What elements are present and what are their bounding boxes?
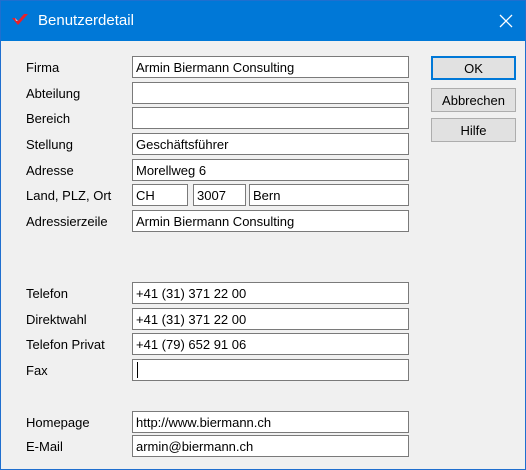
firma-field[interactable]: [132, 56, 409, 78]
fax-label: Fax: [26, 363, 48, 378]
email-field[interactable]: [132, 435, 409, 457]
close-icon: [499, 14, 513, 28]
telefon-privat-field[interactable]: [132, 333, 409, 355]
plz-field[interactable]: [193, 184, 246, 206]
telefon-privat-label: Telefon Privat: [26, 337, 105, 352]
adressierzeile-field[interactable]: [132, 210, 409, 232]
help-button[interactable]: Hilfe: [431, 118, 516, 142]
fax-field[interactable]: [132, 359, 409, 381]
close-button[interactable]: [487, 1, 525, 41]
cancel-button[interactable]: Abbrechen: [431, 88, 516, 112]
adressierzeile-label: Adressierzeile: [26, 214, 108, 229]
bereich-field[interactable]: [132, 107, 409, 129]
adresse-label: Adresse: [26, 163, 74, 178]
text-cursor: [137, 362, 138, 378]
homepage-field[interactable]: [132, 411, 409, 433]
dialog-window: Benutzerdetail Firma Abteilung Bereich S…: [0, 0, 526, 470]
ort-field[interactable]: [249, 184, 409, 206]
title-bar[interactable]: Benutzerdetail: [1, 1, 525, 41]
direktwahl-field[interactable]: [132, 308, 409, 330]
land-field[interactable]: [132, 184, 188, 206]
adresse-field[interactable]: [132, 159, 409, 181]
bereich-label: Bereich: [26, 111, 71, 126]
firma-label: Firma: [26, 60, 60, 75]
red-check-icon: [11, 12, 29, 28]
telefon-field[interactable]: [132, 282, 409, 304]
telefon-label: Telefon: [26, 286, 68, 301]
stellung-label: Stellung: [26, 137, 73, 152]
window-title: Benutzerdetail: [38, 12, 134, 29]
abteilung-field[interactable]: [132, 82, 409, 104]
ok-button[interactable]: OK: [431, 56, 516, 80]
direktwahl-label: Direktwahl: [26, 312, 87, 327]
homepage-label: Homepage: [26, 415, 90, 430]
abteilung-label: Abteilung: [26, 86, 81, 101]
land-plz-ort-label: Land, PLZ, Ort: [26, 188, 112, 203]
email-label: E-Mail: [26, 439, 63, 454]
stellung-field[interactable]: [132, 133, 409, 155]
